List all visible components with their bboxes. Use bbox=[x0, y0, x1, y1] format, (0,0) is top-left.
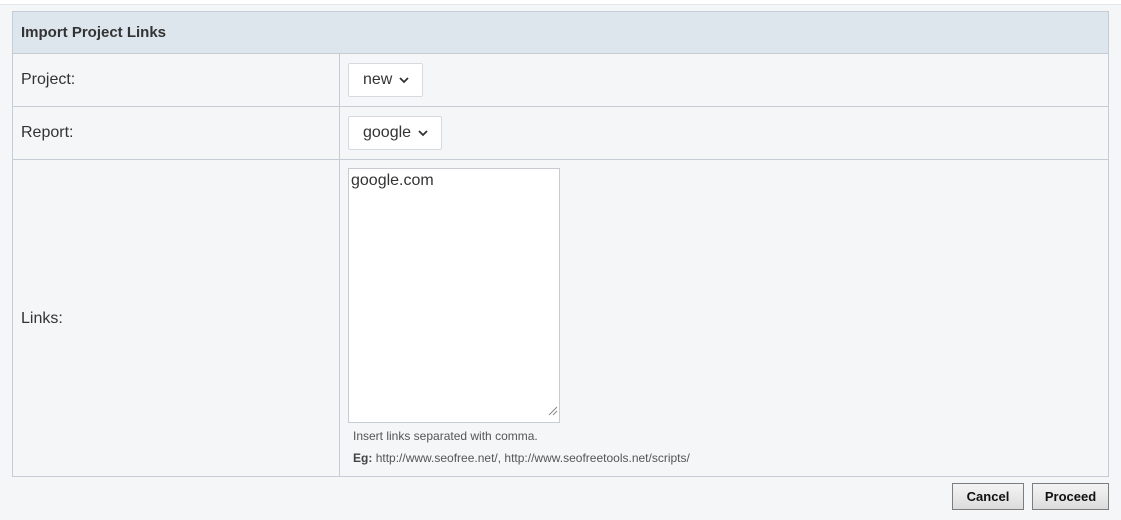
links-textarea-value: google.com bbox=[351, 172, 434, 189]
links-label: Links: bbox=[13, 160, 340, 477]
resize-handle-icon[interactable] bbox=[546, 403, 558, 421]
top-divider bbox=[0, 0, 1121, 5]
project-select-value: new bbox=[363, 71, 393, 88]
example-prefix: Eg: bbox=[353, 451, 373, 465]
links-example: Eg: http://www.seofree.net/, http://www.… bbox=[353, 451, 690, 465]
import-links-form: Import Project Links Project: new Report… bbox=[12, 11, 1109, 477]
report-select-value: google bbox=[363, 124, 412, 141]
links-row: Links: google.com Insert links separated… bbox=[13, 160, 1108, 477]
report-row: Report: google bbox=[13, 107, 1108, 160]
links-textarea[interactable]: google.com bbox=[348, 168, 560, 423]
project-label: Project: bbox=[13, 54, 340, 106]
project-row: Project: new bbox=[13, 54, 1108, 107]
project-select[interactable]: new bbox=[348, 63, 424, 97]
links-hint: Insert links separated with comma. bbox=[353, 429, 538, 443]
example-text: http://www.seofree.net/, http://www.seof… bbox=[375, 451, 690, 465]
cancel-button[interactable]: Cancel bbox=[952, 483, 1024, 510]
chevron-down-icon bbox=[417, 127, 429, 139]
proceed-button[interactable]: Proceed bbox=[1032, 483, 1109, 510]
chevron-down-icon bbox=[398, 74, 410, 86]
report-select[interactable]: google bbox=[348, 116, 443, 150]
report-label: Report: bbox=[13, 107, 340, 159]
form-title: Import Project Links bbox=[13, 12, 1108, 54]
